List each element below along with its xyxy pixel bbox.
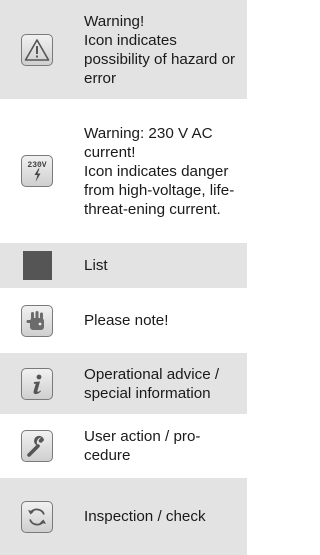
legend-text-warning: Warning! Icon indicates possibility of h… <box>84 12 236 87</box>
warning-triangle-icon <box>21 33 53 66</box>
legend-row-warning: Warning! Icon indicates possibility of h… <box>0 0 247 99</box>
legend-row-please-note: Please note! <box>0 290 247 351</box>
legend-row-inspection: Inspection / check <box>0 478 247 555</box>
legend-text-high-voltage: Warning: 230 V AC current! Icon indicate… <box>84 124 235 218</box>
legend-text-list: List <box>84 257 108 274</box>
legend-row-high-voltage: 230V Warning: 230 V AC current! Icon ind… <box>0 101 247 241</box>
legend-row-user-action: User action / pro-cedure <box>0 416 247 476</box>
voltage-icon-label: 230V <box>27 161 46 170</box>
legend-text-operational-advice: Operational advice / special information <box>84 365 220 402</box>
list-square-icon <box>22 251 52 280</box>
legend-text-please-note: Please note! <box>84 312 169 329</box>
legend-text-inspection: Inspection / check <box>84 508 206 525</box>
high-voltage-230v-icon: 230V <box>21 155 53 187</box>
refresh-cycle-icon <box>21 500 53 533</box>
hand-note-icon <box>21 304 53 337</box>
legend-row-list: List <box>0 243 247 288</box>
legend-text-user-action: User action / pro-cedure <box>84 428 201 464</box>
wrench-icon <box>21 430 53 462</box>
info-i-icon <box>21 367 53 400</box>
legend-row-operational-advice: Operational advice / special information <box>0 353 247 414</box>
symbol-legend: Warning! Icon indicates possibility of h… <box>0 0 247 555</box>
